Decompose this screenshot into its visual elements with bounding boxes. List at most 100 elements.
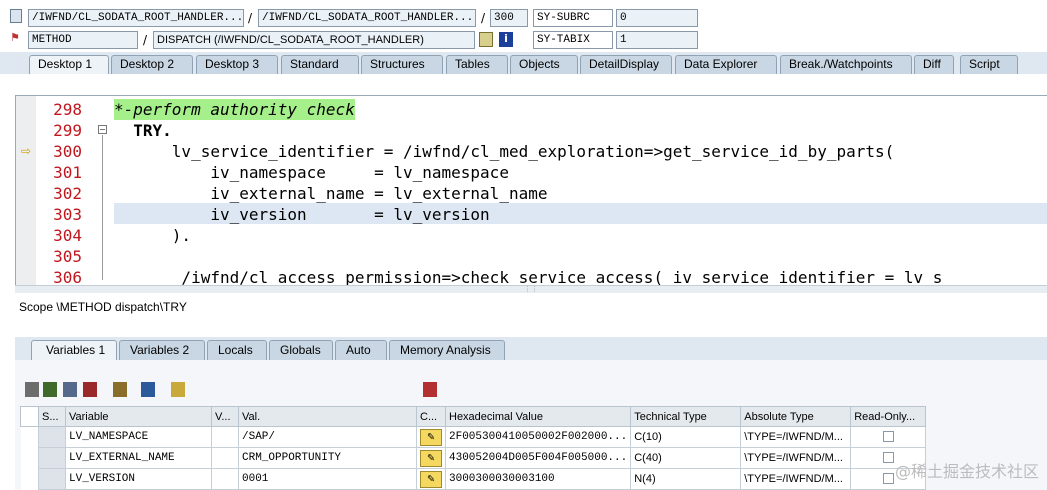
splitter-handle[interactable]: ⋮⋮ [15, 285, 1047, 293]
tab-auto[interactable]: Auto [335, 340, 387, 360]
display-icon[interactable] [479, 32, 493, 47]
table-header: S... Variable V... Val. C... Hexadecimal… [20, 406, 927, 427]
tab-data-explorer[interactable]: Data Explorer [675, 55, 777, 74]
transfer-icon[interactable] [141, 382, 155, 397]
table-row[interactable]: LV_VERSION 0001 ✎ 3000300030003100 N(4) … [20, 468, 927, 490]
change-cell[interactable]: ✎ [416, 426, 446, 448]
line-number: 301 [53, 163, 82, 182]
line-number: 300 [53, 142, 82, 161]
value-cell[interactable]: CRM_OPPORTUNITY [238, 447, 417, 469]
column-header[interactable]: Read-Only... [850, 406, 927, 427]
code-line: ). [114, 226, 192, 245]
tab-variables-1[interactable]: Variables 1 [31, 340, 117, 360]
line-number: 299 [53, 121, 82, 140]
pencil-icon[interactable]: ✎ [420, 449, 442, 467]
sy-tabix-value[interactable]: 1 [616, 31, 698, 49]
goto-icon[interactable] [171, 382, 185, 397]
line-number: 298 [53, 100, 82, 119]
column-header[interactable]: Absolute Type [740, 406, 852, 427]
separator: / [481, 11, 486, 25]
status-cell[interactable] [38, 468, 66, 490]
status-cell[interactable] [38, 426, 66, 448]
row-selector-header [20, 406, 39, 427]
tab-structures[interactable]: Structures [361, 55, 443, 74]
fold-line [102, 135, 103, 280]
column-header[interactable]: S... [38, 406, 66, 427]
tab-script[interactable]: Script [960, 55, 1018, 74]
absolute-type-cell: \TYPE=/IWFND/M... [740, 426, 852, 448]
sy-subrc-label: SY-SUBRC [533, 9, 613, 27]
tab-memory-analysis[interactable]: Memory Analysis [389, 340, 505, 360]
tab-tables[interactable]: Tables [446, 55, 508, 74]
code-line: iv_namespace = lv_namespace [114, 163, 509, 182]
delete-row-icon[interactable] [83, 382, 97, 397]
info-icon[interactable]: i [499, 32, 513, 47]
sy-subrc-value[interactable]: 0 [616, 9, 698, 27]
variables-table: S... Variable V... Val. C... Hexadecimal… [20, 406, 927, 490]
tab-standard[interactable]: Standard [281, 55, 359, 74]
structure-icon[interactable] [113, 382, 127, 397]
code-comment: *-perform authority check [114, 99, 355, 120]
column-header[interactable]: Technical Type [630, 406, 742, 427]
value-cell[interactable]: 0001 [238, 468, 417, 490]
append-row-icon[interactable] [63, 382, 77, 397]
include-field[interactable]: /IWFND/CL_SODATA_ROOT_HANDLER... [258, 9, 476, 27]
variable-cell[interactable]: LV_NAMESPACE [65, 426, 212, 448]
tab-desktop-2[interactable]: Desktop 2 [111, 55, 193, 74]
scope-text: Scope \METHOD dispatch\TRY [19, 300, 187, 314]
row-selector[interactable] [20, 468, 39, 490]
tab-desktop-3[interactable]: Desktop 3 [196, 55, 278, 74]
program-field[interactable]: /IWFND/CL_SODATA_ROOT_HANDLER... [28, 9, 244, 27]
tab-desktop-1[interactable]: Desktop 1 [29, 55, 109, 74]
v-cell [211, 468, 239, 490]
collapse-icon[interactable]: − [98, 125, 107, 134]
line-number: 304 [53, 226, 82, 245]
variable-cell[interactable]: LV_VERSION [65, 468, 212, 490]
read-only-cell [850, 426, 927, 448]
column-header[interactable]: Variable [65, 406, 212, 427]
change-cell[interactable]: ✎ [416, 447, 446, 469]
line-field[interactable]: 300 [490, 9, 528, 27]
editor-gutter [16, 96, 36, 285]
tab-breakpoints[interactable]: Break./Watchpoints [780, 55, 912, 74]
event-type-field[interactable]: METHOD [28, 31, 138, 49]
technical-type-cell: N(4) [630, 468, 742, 490]
line-number: 305 [53, 247, 82, 266]
row-selector[interactable] [20, 447, 39, 469]
watermark: @稀土掘金技术社区 [894, 462, 1039, 481]
tab-diff[interactable]: Diff [914, 55, 954, 74]
sy-tabix-label: SY-TABIX [533, 31, 613, 49]
column-header[interactable]: V... [211, 406, 239, 427]
column-header[interactable]: Hexadecimal Value [444, 406, 632, 427]
pencil-icon[interactable]: ✎ [420, 470, 442, 488]
column-header[interactable]: C... [416, 406, 446, 427]
tab-locals[interactable]: Locals [207, 340, 267, 360]
tab-detaildisplay[interactable]: DetailDisplay [580, 55, 672, 74]
source-editor[interactable]: ⇨ − 298 299 300 301 302 303 304 305 306 … [15, 95, 1047, 285]
table-row[interactable]: LV_EXTERNAL_NAME CRM_OPPORTUNITY ✎ 43005… [20, 447, 927, 469]
tab-objects[interactable]: Objects [510, 55, 578, 74]
pencil-icon[interactable]: ✎ [420, 428, 442, 446]
change-cell[interactable]: ✎ [416, 468, 446, 490]
status-cell[interactable] [38, 447, 66, 469]
row-selector[interactable] [20, 426, 39, 448]
value-cell[interactable]: /SAP/ [238, 426, 417, 448]
line-number: 302 [53, 184, 82, 203]
column-header[interactable]: Val. [238, 406, 417, 427]
method-icon: ⚑ [10, 31, 20, 44]
code-line: /iwfnd/cl_access_permission=>check_servi… [114, 268, 943, 285]
v-cell [211, 426, 239, 448]
delete-icon[interactable] [25, 382, 39, 397]
table-row[interactable]: LV_NAMESPACE /SAP/ ✎ 2F005300410050002F0… [20, 426, 927, 448]
insert-row-icon[interactable] [43, 382, 57, 397]
hex-cell: 2F005300410050002F002000... [444, 426, 632, 448]
code-line: lv_service_identifier = /iwfnd/cl_med_ex… [114, 142, 895, 161]
line-number: 303 [53, 205, 82, 224]
tab-globals[interactable]: Globals [269, 340, 333, 360]
tab-variables-2[interactable]: Variables 2 [119, 340, 205, 360]
variable-cell[interactable]: LV_EXTERNAL_NAME [65, 447, 212, 469]
event-field[interactable]: DISPATCH (/IWFND/CL_SODATA_ROOT_HANDLER) [153, 31, 475, 49]
separator: / [248, 11, 253, 25]
save-icon[interactable] [423, 382, 437, 397]
hex-cell: 430052004D005F004F005000... [444, 447, 632, 469]
